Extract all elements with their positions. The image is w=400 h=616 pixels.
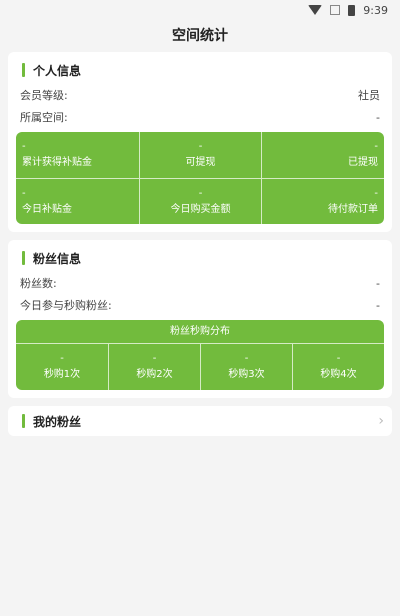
distribution-value: -: [60, 353, 64, 364]
distribution-label: 秒购3次: [228, 369, 265, 380]
distribution-value: -: [244, 353, 249, 364]
today-fans-label: 今日参与秒购粉丝:: [20, 299, 112, 312]
distribution-value: -: [152, 353, 157, 364]
chevron-right-icon: ›: [378, 413, 384, 429]
stat-today-purchase[interactable]: - 今日购买金额: [138, 178, 262, 224]
my-fans-link[interactable]: 我的粉丝 ›: [8, 406, 392, 436]
today-fans-row: 今日参与秒购粉丝: -: [16, 294, 384, 316]
stat-withdrawn[interactable]: - 已提现: [261, 132, 384, 178]
stat-pending-orders[interactable]: - 待付款订单: [261, 178, 384, 224]
space-value: -: [376, 110, 380, 124]
today-fans-value: -: [376, 298, 380, 312]
section-accent-bar: [22, 414, 25, 428]
distribution-2x[interactable]: - 秒购2次: [108, 344, 200, 390]
fans-count-label: 粉丝数:: [20, 277, 57, 290]
space-label: 所属空间:: [20, 111, 68, 124]
personal-info-card: 个人信息 会员等级: 社员 所属空间: - - 累计获得补贴金 - 可提现 - …: [8, 52, 392, 232]
stat-value: -: [22, 141, 26, 152]
personal-info-header: 个人信息: [16, 60, 384, 80]
distribution-label: 秒购2次: [136, 369, 173, 380]
distribution-grid: - 秒购1次 - 秒购2次 - 秒购3次 - 秒购4次: [16, 344, 384, 390]
distribution-3x[interactable]: - 秒购3次: [200, 344, 292, 390]
stat-withdrawable[interactable]: - 可提现: [138, 132, 262, 178]
distribution-1x[interactable]: - 秒购1次: [16, 344, 108, 390]
distribution-label: 秒购4次: [320, 369, 357, 380]
stat-label: 今日购买金额: [170, 203, 231, 215]
member-level-row: 会员等级: 社员: [16, 84, 384, 106]
my-fans-label: 我的粉丝: [33, 414, 82, 429]
stat-value: -: [22, 187, 26, 199]
signal-icon: [330, 5, 341, 15]
stat-label: 待付款订单: [327, 203, 378, 215]
stat-label: 已提现: [347, 157, 378, 168]
stat-label: 今日补贴金: [22, 203, 72, 215]
stat-label: 可提现: [185, 157, 216, 168]
stat-total-subsidy[interactable]: - 累计获得补贴金: [16, 132, 139, 178]
battery-icon: [348, 4, 356, 16]
distribution-4x[interactable]: - 秒购4次: [292, 344, 384, 390]
stat-label: 累计获得补贴金: [22, 157, 92, 168]
distribution-label: 秒购1次: [43, 369, 81, 380]
fans-info-title: 粉丝信息: [33, 251, 82, 266]
stat-value: -: [198, 187, 203, 199]
member-level-value: 社员: [358, 89, 380, 102]
fans-count-row: 粉丝数: -: [16, 272, 384, 294]
fans-count-value: -: [376, 276, 380, 290]
distribution-title: 粉丝秒购分布: [16, 320, 384, 344]
stat-value: -: [198, 141, 203, 152]
space-row: 所属空间: -: [16, 106, 384, 128]
status-bar: 9:39: [0, 0, 400, 20]
status-time: 9:39: [363, 3, 388, 17]
personal-stats-grid: - 累计获得补贴金 - 可提现 - 已提现 - 今日补贴金 - 今日购买金额 -…: [16, 132, 384, 224]
wifi-icon: [308, 5, 323, 15]
fans-distribution-panel: 粉丝秒购分布 - 秒购1次 - 秒购2次 - 秒购3次 - 秒购4次: [16, 320, 384, 390]
section-accent-bar: [22, 251, 25, 265]
stat-value: -: [374, 187, 378, 199]
personal-info-title: 个人信息: [33, 63, 82, 78]
stat-today-subsidy[interactable]: - 今日补贴金: [16, 178, 139, 224]
distribution-value: -: [336, 353, 341, 364]
page-title: 空间统计: [172, 28, 228, 44]
fans-info-card: 粉丝信息 粉丝数: - 今日参与秒购粉丝: - 粉丝秒购分布 - 秒购1次 - …: [8, 240, 392, 398]
section-accent-bar: [22, 63, 25, 77]
member-level-label: 会员等级:: [20, 89, 68, 102]
stat-value: -: [374, 141, 378, 152]
fans-info-header: 粉丝信息: [16, 248, 384, 268]
